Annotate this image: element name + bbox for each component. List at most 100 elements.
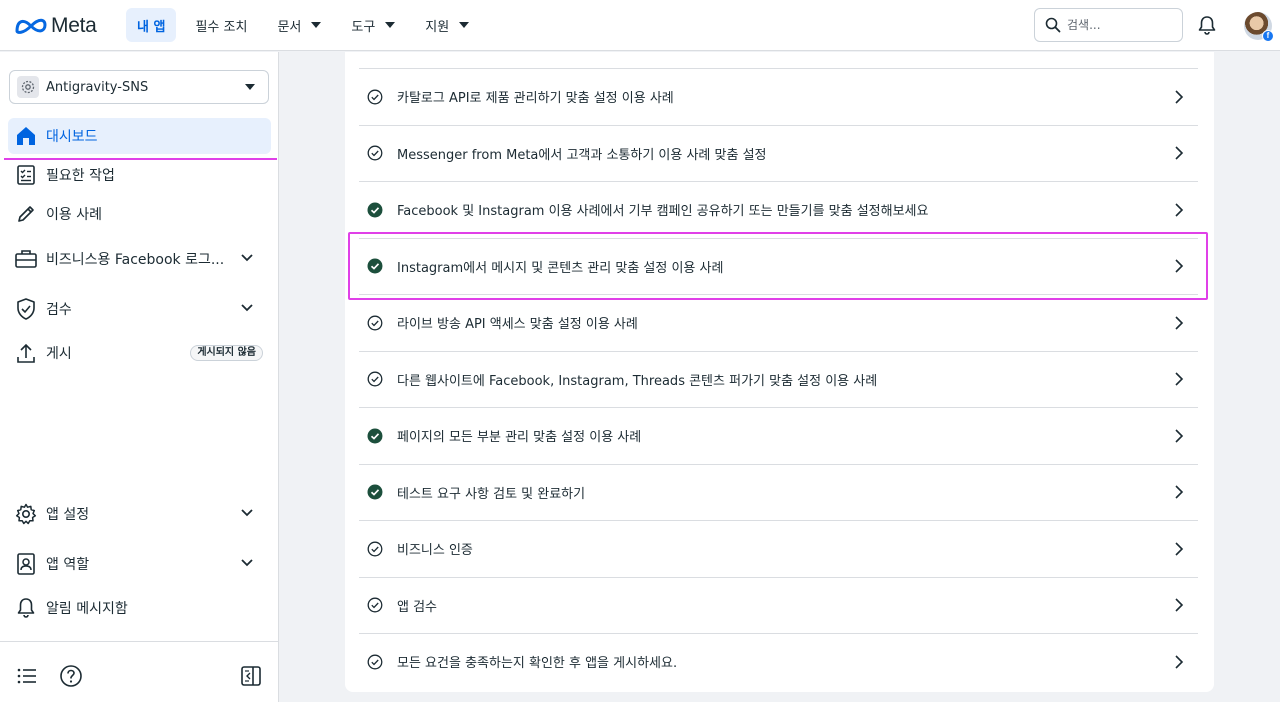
chevron-right-icon	[1175, 202, 1184, 217]
sidebar-item-label: 대시보드	[46, 129, 98, 145]
sidebar-item-facebook-login[interactable]: 비즈니스용 Facebook 로그...	[8, 241, 271, 277]
sidebar-item-use-cases[interactable]: 이용 사례	[8, 196, 271, 232]
sidebar: Antigravity-SNS 대시보드 필요한 작업 이용 사례 비즈니스용 …	[0, 52, 279, 702]
logo-text: Meta	[51, 14, 97, 37]
sidebar-item-review[interactable]: 검수	[8, 291, 271, 327]
sidebar-item-label: 게시	[46, 346, 72, 362]
nav-support[interactable]: 지원	[414, 8, 480, 42]
check-outline-icon	[367, 145, 383, 161]
task-label: 페이지의 모든 부분 관리 맞춤 설정 이용 사례	[397, 430, 642, 445]
sidebar-item-label: 비즈니스용 Facebook 로그...	[46, 252, 225, 268]
collapse-sidebar-icon[interactable]	[239, 664, 263, 688]
sidebar-item-app-settings[interactable]: 앱 설정	[8, 496, 271, 532]
task-label: 앱 검수	[397, 599, 438, 615]
task-label: 카탈로그 API로 제품 관리하기 맞춤 설정 이용 사례	[397, 91, 674, 106]
sidebar-item-notifications[interactable]: 알림 메시지함	[8, 590, 271, 626]
chevron-right-icon	[1175, 428, 1184, 443]
task-row[interactable]: 앱 검수	[359, 576, 1198, 633]
sidebar-item-label: 앱 설정	[46, 507, 90, 523]
nav-label: 도구	[351, 19, 376, 35]
task-label: 라이브 방송 API 액세스 맞춤 설정 이용 사례	[397, 317, 638, 332]
check-filled-icon	[367, 484, 383, 500]
task-row[interactable]: 라이브 방송 API 액세스 맞춤 설정 이용 사례	[359, 294, 1198, 350]
nav-docs[interactable]: 문서	[266, 8, 332, 42]
shield-check-icon	[14, 297, 38, 321]
search-input[interactable]	[1067, 18, 1167, 32]
user-badge-icon	[14, 552, 38, 576]
top-navigation-bar: Meta 내 앱 필수 조치 문서 도구 지원 f	[0, 0, 1280, 51]
list-icon[interactable]	[15, 664, 39, 688]
checklist-icon	[14, 163, 38, 187]
chevron-right-icon	[1175, 315, 1184, 330]
meta-infinity-icon	[15, 18, 47, 34]
gear-icon	[14, 502, 38, 526]
task-row[interactable]: 모든 요건을 충족하는지 확인한 후 앱을 게시하세요.	[359, 633, 1198, 689]
caret-down-icon	[245, 84, 255, 90]
task-row[interactable]: 다른 웹사이트에 Facebook, Instagram, Threads 콘텐…	[359, 350, 1198, 407]
nav-my-apps[interactable]: 내 앱	[126, 8, 177, 42]
app-gear-icon	[17, 76, 39, 98]
search-icon	[1045, 17, 1061, 33]
check-outline-icon	[367, 371, 383, 387]
briefcase-icon	[14, 247, 38, 271]
check-outline-icon	[367, 89, 383, 104]
caret-down-icon	[385, 22, 396, 28]
nav-required-actions[interactable]: 필수 조치	[184, 8, 258, 42]
nav-label: 내 앱	[137, 19, 166, 35]
task-label: Messenger from Meta에서 고객과 소통하기 이용 사례 맞춤 …	[397, 147, 767, 163]
check-outline-icon	[367, 541, 383, 556]
chevron-right-icon	[1175, 598, 1184, 612]
chevron-right-icon	[1175, 146, 1184, 160]
bell-icon[interactable]	[1196, 14, 1218, 36]
main-nav: 내 앱 필수 조치 문서 도구 지원	[126, 8, 488, 42]
check-filled-icon	[367, 428, 383, 443]
sidebar-item-label: 이용 사례	[46, 207, 102, 223]
task-label: 모든 요건을 충족하는지 확인한 후 앱을 게시하세요.	[397, 656, 678, 671]
task-row[interactable]: Facebook 및 Instagram 이용 사례에서 기부 캠페인 공유하기…	[359, 181, 1198, 237]
check-outline-icon	[367, 654, 383, 669]
caret-down-icon	[459, 22, 470, 28]
task-row[interactable]: 카탈로그 API로 제품 관리하기 맞춤 설정 이용 사례	[359, 68, 1198, 124]
meta-logo[interactable]: Meta	[14, 14, 97, 38]
task-row[interactable]: Messenger from Meta에서 고객과 소통하기 이용 사례 맞춤 …	[359, 124, 1198, 181]
nav-tools[interactable]: 도구	[340, 8, 406, 42]
pencil-icon	[14, 202, 38, 226]
task-label: 테스트 요구 사항 검토 및 완료하기	[397, 486, 586, 502]
home-icon	[14, 124, 38, 148]
chevron-right-icon	[1175, 654, 1184, 669]
app-selector[interactable]: Antigravity-SNS	[9, 70, 269, 104]
task-row[interactable]: 테스트 요구 사항 검토 및 완료하기	[359, 463, 1198, 520]
task-label: Facebook 및 Instagram 이용 사례에서 기부 캠페인 공유하기…	[397, 204, 929, 219]
task-row[interactable]: 페이지의 모든 부분 관리 맞춤 설정 이용 사례	[359, 407, 1198, 463]
task-list-card: 카탈로그 API로 제품 관리하기 맞춤 설정 이용 사례 Messenger f…	[345, 52, 1214, 692]
nav-label: 문서	[277, 19, 302, 35]
sidebar-item-label: 검수	[46, 302, 72, 318]
task-label: 비즈니스 인증	[397, 543, 473, 558]
task-row[interactable]: 비즈니스 인증	[359, 520, 1198, 576]
highlight-box	[348, 232, 1208, 300]
upload-icon	[14, 341, 38, 365]
chevron-right-icon	[1175, 89, 1184, 104]
sidebar-item-dashboard[interactable]: 대시보드	[8, 118, 271, 154]
help-icon[interactable]	[59, 664, 83, 688]
bell-icon	[14, 596, 38, 620]
check-outline-icon	[367, 597, 383, 613]
chevron-down-icon	[241, 509, 253, 517]
sidebar-item-app-roles[interactable]: 앱 역할	[8, 546, 271, 582]
search-box[interactable]	[1034, 8, 1183, 42]
sidebar-divider	[0, 641, 278, 642]
sidebar-item-label: 알림 메시지함	[46, 601, 128, 617]
check-outline-icon	[367, 315, 383, 330]
sidebar-item-label: 앱 역할	[46, 557, 90, 573]
task-label: 다른 웹사이트에 Facebook, Instagram, Threads 콘텐…	[397, 373, 878, 389]
chevron-down-icon	[241, 254, 253, 262]
sidebar-item-required-tasks[interactable]: 필요한 작업	[8, 157, 271, 193]
check-filled-icon	[367, 202, 383, 217]
nav-label: 필수 조치	[195, 19, 248, 35]
facebook-badge-icon: f	[1262, 30, 1274, 42]
sidebar-item-publish[interactable]: 게시 게시되지 않음	[8, 335, 271, 371]
app-name: Antigravity-SNS	[46, 79, 149, 95]
chevron-right-icon	[1175, 372, 1184, 386]
caret-down-icon	[311, 22, 322, 28]
chevron-down-icon	[241, 304, 253, 312]
